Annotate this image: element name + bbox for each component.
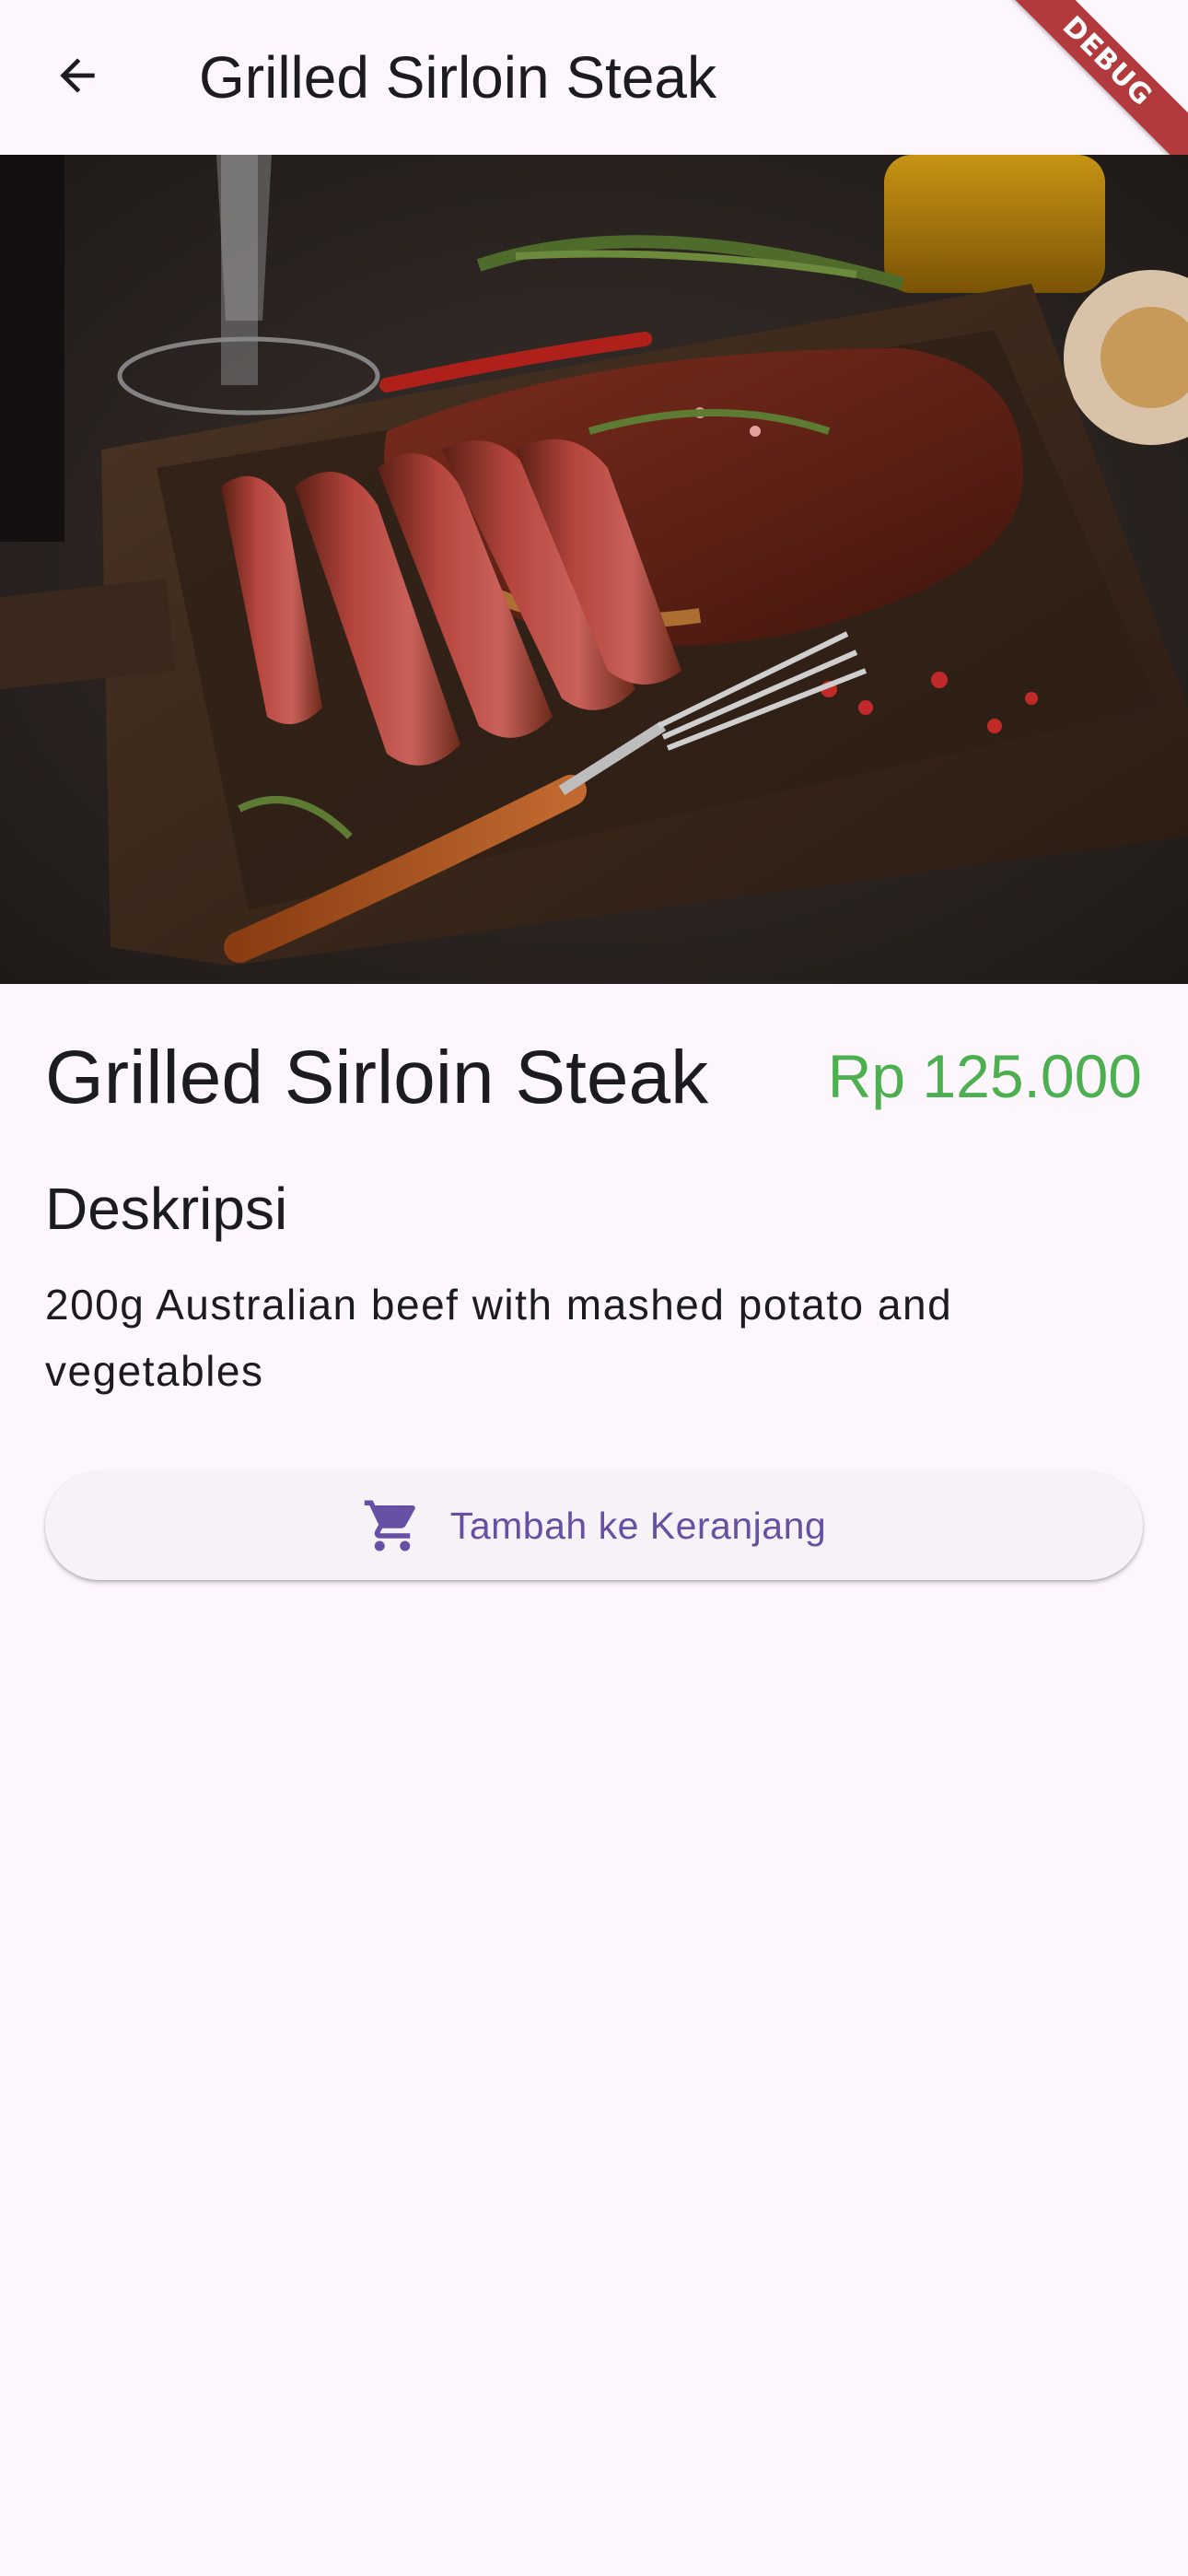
product-price: Rp 125.000 <box>827 1042 1142 1110</box>
product-name: Grilled Sirloin Steak <box>45 1036 709 1119</box>
shopping-cart-icon <box>362 1495 423 1556</box>
add-to-cart-button[interactable]: Tambah ke Keranjang <box>45 1471 1143 1580</box>
back-button[interactable] <box>37 41 118 114</box>
product-detail-screen: Grilled Sirloin Steak DEBUG Grilled Sirl… <box>0 0 1188 2576</box>
description-heading: Deskripsi <box>45 1176 288 1242</box>
add-to-cart-label: Tambah ke Keranjang <box>449 1504 827 1547</box>
product-description: 200g Australian beef with mashed potato … <box>45 1281 953 1395</box>
app-bar-title: Grilled Sirloin Steak <box>199 44 716 111</box>
product-image <box>0 155 1188 984</box>
app-bar: Grilled Sirloin Steak <box>0 0 1188 155</box>
arrow-left-icon <box>52 50 103 106</box>
